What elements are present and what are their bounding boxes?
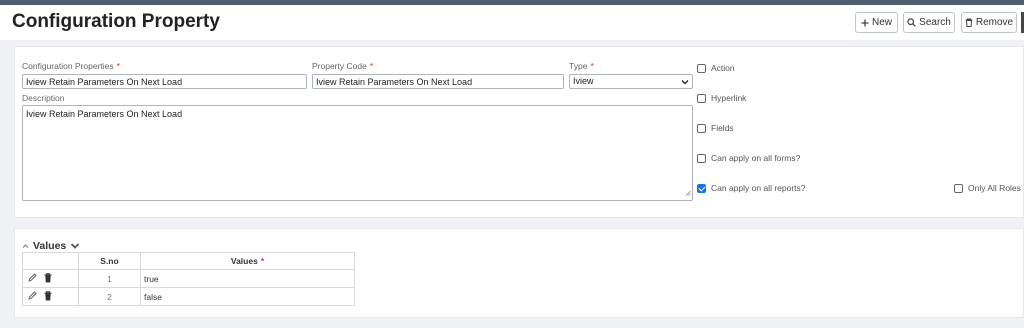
type-select[interactable]: Iview [569,74,693,89]
all-reports-checkbox[interactable] [697,183,706,193]
actions-column-header [22,252,79,270]
page-title: Configuration Property [12,11,220,32]
remove-button-label: Remove [975,17,1014,28]
description-label: Description [22,93,65,103]
sno-column-header: S.no [78,252,141,270]
new-button[interactable]: New [855,12,898,33]
search-button[interactable]: Search [903,12,955,33]
pencil-icon[interactable] [28,273,37,284]
action-checkbox-label: Action [711,63,735,73]
plus-icon [861,19,869,27]
row-value[interactable]: false [140,287,355,306]
row-actions [22,287,79,306]
trash-icon [965,18,973,27]
row-sno: 2 [78,287,141,306]
hyperlink-checkbox-label: Hyperlink [711,93,747,103]
new-button-label: New [872,17,893,28]
values-section-title: Values [33,240,67,252]
only-all-roles-checkbox-label: Only All Roles [968,183,1021,193]
hyperlink-checkbox-row[interactable]: Hyperlink [697,93,746,103]
remove-button[interactable]: Remove [961,12,1017,33]
row-actions [22,269,79,288]
trash-icon[interactable] [44,272,52,285]
search-icon [907,18,916,27]
resize-grip-icon[interactable] [685,187,691,199]
property-code-label: Property Code * [312,61,374,71]
config-properties-label: Configuration Properties * [22,61,120,71]
table-row: 1 true [22,269,355,288]
description-textarea[interactable]: Iview Retain Parameters On Next Load [22,105,693,201]
all-forms-checkbox-label: Can apply on all forms? [711,153,801,163]
chevron-down-icon [681,77,689,90]
values-grid-header: S.no Values * [22,252,355,270]
fields-checkbox[interactable] [697,123,706,133]
only-all-roles-checkbox-row[interactable]: Only All Roles [954,183,1021,193]
values-grid: S.no Values * 1 true 2 false [22,252,355,306]
table-row: 2 false [22,287,355,306]
pencil-icon[interactable] [28,291,37,302]
row-sno: 1 [78,269,141,288]
trash-icon[interactable] [44,290,52,303]
all-reports-checkbox-row[interactable]: Can apply on all reports? [697,183,806,193]
description-text: Iview Retain Parameters On Next Load [26,109,183,119]
fields-checkbox-label: Fields [711,123,734,133]
property-code-input[interactable] [312,74,564,89]
config-properties-input[interactable] [22,74,307,89]
hyperlink-checkbox[interactable] [697,93,706,103]
action-checkbox-row[interactable]: Action [697,63,735,73]
fields-checkbox-row[interactable]: Fields [697,123,734,133]
values-column-header: Values * [140,252,355,270]
all-forms-checkbox-row[interactable]: Can apply on all forms? [697,153,800,163]
action-checkbox[interactable] [697,63,706,73]
all-forms-checkbox[interactable] [697,153,706,163]
type-select-value: Iview [573,76,594,86]
type-label: Type * [569,61,594,71]
row-value[interactable]: true [140,269,355,288]
search-button-label: Search [919,17,951,28]
all-reports-checkbox-label: Can apply on all reports? [711,183,806,193]
only-all-roles-checkbox[interactable] [954,183,963,193]
page-header: Configuration Property New Search Remove [0,5,1024,40]
